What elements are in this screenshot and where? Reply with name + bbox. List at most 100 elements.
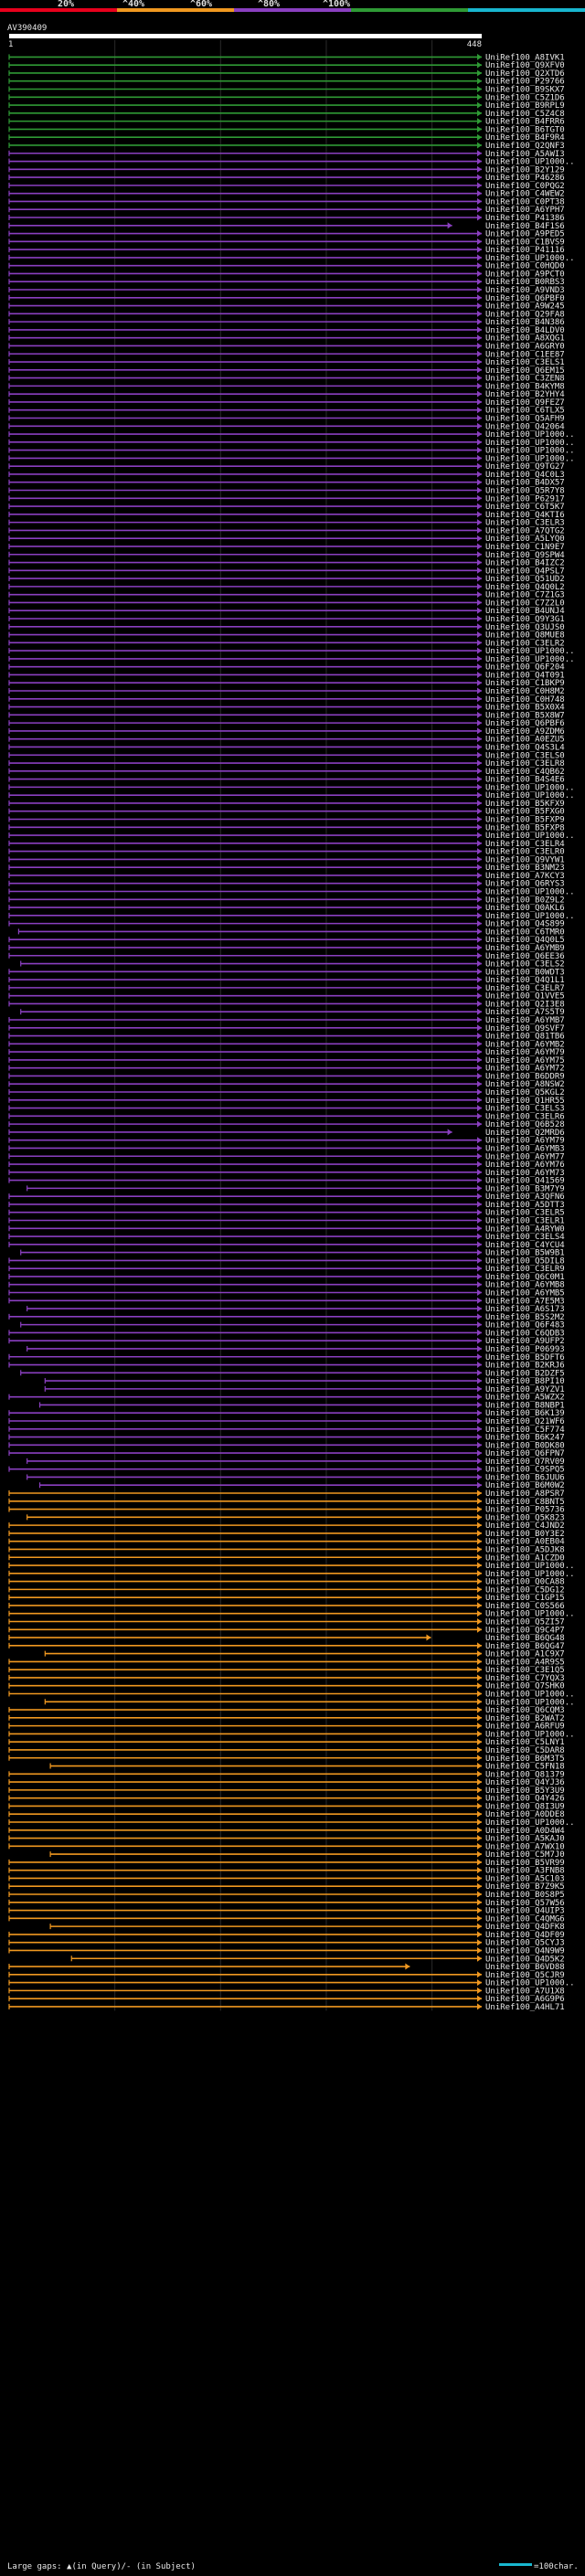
alignment-row: UniRef100_A6YM73 — [8, 1169, 565, 1178]
alignment-end-arrow — [447, 222, 452, 229]
alignment-end-arrow — [477, 751, 482, 758]
alignment-end-arrow — [477, 1441, 482, 1448]
alignment-row: UniRef100_Q9FEZ7 — [8, 398, 565, 408]
alignment-end-arrow — [477, 1201, 482, 1208]
alignment-end-arrow — [477, 639, 482, 646]
alignment-end-arrow — [477, 880, 482, 887]
alignment-row: UniRef100_C3ELR7 — [8, 984, 565, 993]
alignment-row: UniRef100_Q9VYW1 — [8, 855, 565, 864]
alignment-end-arrow — [477, 1385, 482, 1393]
alignment-end-arrow — [477, 920, 482, 928]
alignment-end-arrow — [477, 1289, 482, 1297]
alignment-row: UniRef100_A0DDE8 — [8, 1810, 565, 1819]
alignment-end-arrow — [477, 543, 482, 550]
alignment-end-arrow — [477, 815, 482, 822]
alignment-end-arrow — [477, 848, 482, 855]
alignment-end-arrow — [477, 1144, 482, 1151]
alignment-row: UniRef100_A7KCY3 — [8, 872, 565, 881]
alignment-row: UniRef100_A5DJK8 — [8, 1545, 565, 1554]
alignment-end-arrow — [477, 302, 482, 310]
alignment-row: UniRef100_Q41569 — [8, 1177, 565, 1186]
alignment-end-arrow — [477, 575, 482, 582]
alignment-row: UniRef100_C5Z1D6 — [8, 93, 565, 102]
alignment-end-arrow — [477, 1177, 482, 1184]
alignment-row: UniRef100_Q6C0M1 — [8, 1273, 565, 1282]
alignment-end-arrow — [477, 53, 482, 60]
alignment-end-arrow — [477, 855, 482, 863]
alignment-end-arrow — [477, 142, 482, 149]
grid-lines — [114, 40, 433, 2011]
alignment-row: UniRef100_B7Z9K5 — [8, 1882, 565, 1892]
alignment-end-arrow — [477, 78, 482, 85]
alignment-row: UniRef100_A5DTT3 — [8, 1201, 565, 1210]
alignment-end-arrow — [477, 1730, 482, 1737]
alignment-end-arrow — [477, 1112, 482, 1119]
alignment-row: UniRef100_A6YM79 — [8, 1137, 565, 1146]
alignment-end-arrow — [477, 1850, 482, 1858]
alignment-row: UniRef100_B5FXP9 — [8, 815, 565, 824]
alignment-end-arrow — [477, 736, 482, 743]
alignment-end-arrow — [477, 783, 482, 790]
alignment-end-arrow — [477, 1754, 482, 1762]
alignment-end-arrow — [477, 1473, 482, 1480]
alignment-row: UniRef100_Q5R7Y8 — [8, 487, 565, 496]
alignment-row: UniRef100_B5VR99 — [8, 1859, 565, 1868]
identity-scale-segment — [468, 8, 585, 12]
alignment-end-arrow — [477, 808, 482, 815]
alignment-end-arrow — [477, 1209, 482, 1216]
alignment-end-arrow — [477, 334, 482, 342]
alignment-end-arrow — [477, 1353, 482, 1361]
alignment-end-arrow — [477, 1152, 482, 1160]
alignment-end-arrow — [477, 928, 482, 935]
alignment-row: UniRef100_C3ELS3 — [8, 1105, 565, 1114]
alignment-row: UniRef100_Q8MUE8 — [8, 631, 565, 641]
alignment-row: UniRef100_Q5DIL8 — [8, 1256, 565, 1266]
alignment-row: UniRef100_B5X8W7 — [8, 711, 565, 720]
alignment-end-arrow — [477, 471, 482, 478]
alignment-row: UniRef100_C5DAR8 — [8, 1746, 565, 1755]
alignment-end-arrow — [477, 206, 482, 213]
alignment-end-arrow — [477, 118, 482, 125]
alignment-row: UniRef100_C3ELR9 — [8, 1265, 565, 1274]
alignment-row: UniRef100_C6TLX5 — [8, 407, 565, 416]
alignment-end-arrow — [477, 984, 482, 991]
alignment-row: UniRef100_B9SKX7 — [8, 86, 565, 95]
alignment-end-arrow — [477, 1394, 482, 1401]
alignment-row: UniRef100_A0D4W4 — [8, 1827, 565, 1836]
alignment-row: UniRef100_A6GRY0 — [8, 342, 565, 351]
alignment-end-arrow — [477, 238, 482, 245]
alignment-end-arrow — [477, 1216, 482, 1224]
alignment-end-arrow — [477, 462, 482, 470]
alignment-end-arrow — [477, 1594, 482, 1601]
alignment-row: UniRef100_A6YPH7 — [8, 206, 565, 215]
alignment-end-arrow — [477, 607, 482, 614]
alignment-row: UniRef100_C7Z1G3 — [8, 591, 565, 600]
alignment-row: UniRef100_B6QG48 — [8, 1634, 565, 1643]
alignment-row: UniRef100_B5W9B1 — [20, 1249, 565, 1258]
alignment-row: UniRef100_Q4C0L3 — [8, 471, 565, 480]
alignment-end-arrow — [477, 1097, 482, 1104]
alignment-row: UniRef100_Q4Q1L1 — [8, 976, 565, 985]
alignment-end-arrow — [477, 711, 482, 718]
alignment-end-arrow — [405, 1963, 410, 1970]
alignment-end-arrow — [477, 599, 482, 606]
alignment-row: UniRef100_Q1VVE5 — [8, 992, 565, 1002]
alignment-row: UniRef100_P62917 — [8, 494, 565, 504]
alignment-end-arrow — [477, 526, 482, 534]
alignment-end-arrow — [477, 559, 482, 567]
alignment-end-arrow — [477, 663, 482, 671]
alignment-row: UniRef100_B5FXP8 — [8, 823, 565, 832]
alignment-end-arrow — [477, 1072, 482, 1079]
alignment-end-arrow — [477, 896, 482, 903]
alignment-row: UniRef100_C6TMR0 — [17, 928, 565, 937]
alignment-end-arrow — [477, 1008, 482, 1015]
alignment-row: UniRef100_B4N386 — [8, 318, 565, 327]
alignment-end-arrow — [477, 768, 482, 775]
alignment-row: UniRef100_C7YQX3 — [8, 1674, 565, 1683]
alignment-row: UniRef100_Q4YJ36 — [8, 1778, 565, 1787]
alignment-end-arrow — [477, 695, 482, 703]
alignment-row: UniRef100_B4F9R4 — [8, 133, 565, 143]
alignment-end-arrow — [477, 1867, 482, 1874]
alignment-end-arrow — [477, 1987, 482, 1994]
alignment-end-arrow — [477, 1746, 482, 1754]
